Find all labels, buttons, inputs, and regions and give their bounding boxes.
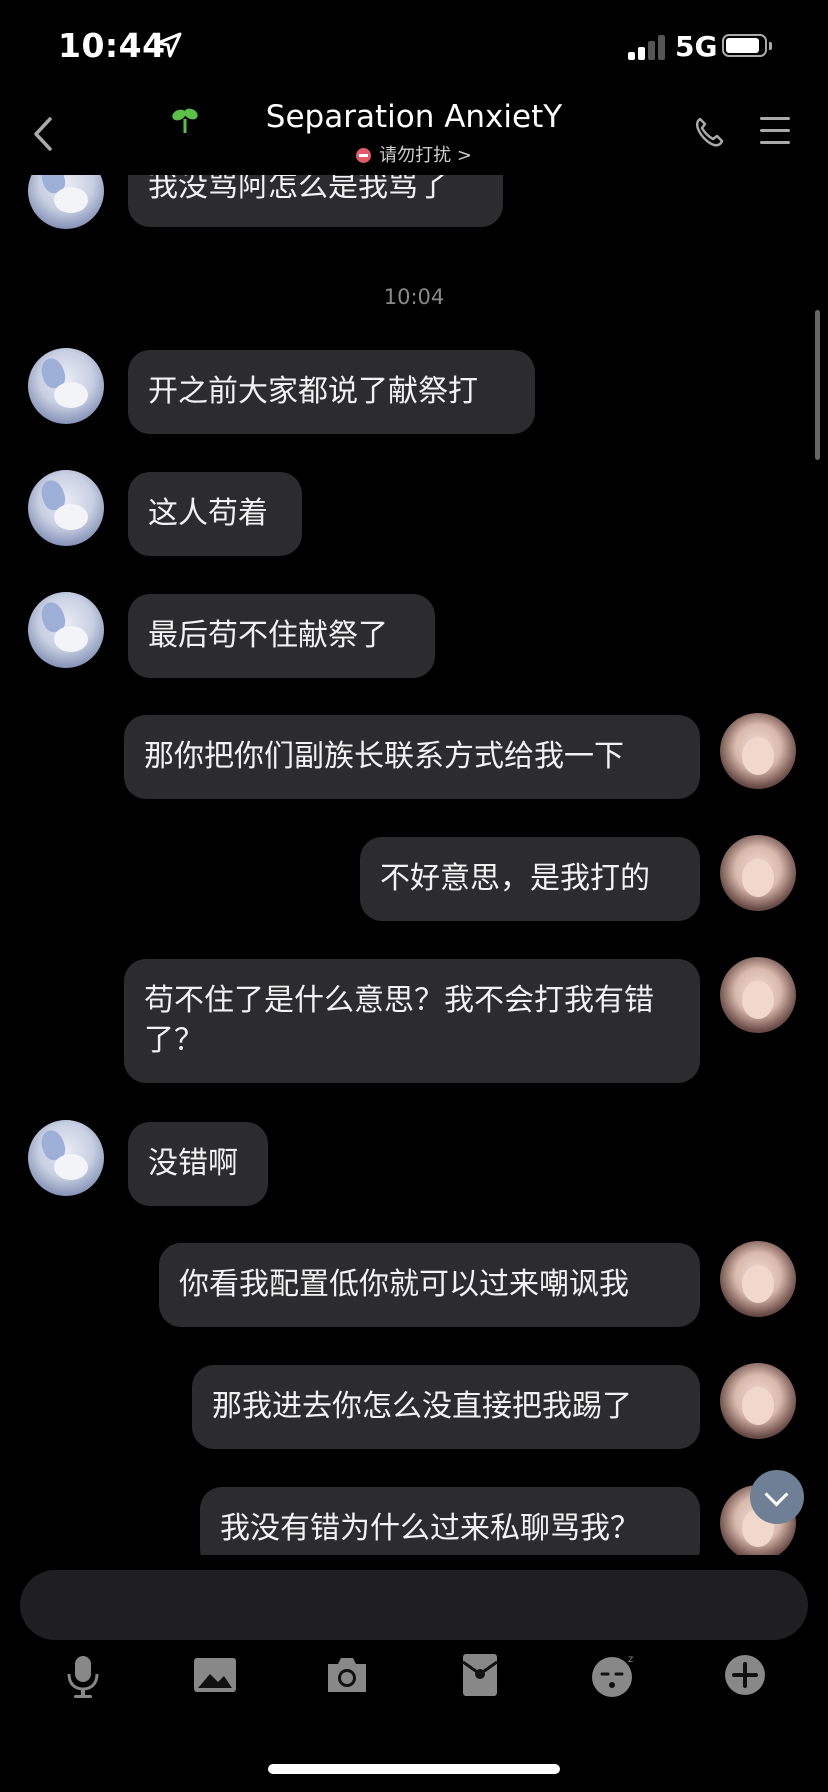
status-time: 10:44 xyxy=(58,26,166,65)
camera-icon[interactable] xyxy=(322,1650,372,1700)
user-avatar[interactable] xyxy=(720,713,796,789)
message-bubble[interactable]: 最后苟不住献祭了 xyxy=(128,594,435,678)
status-bar: 10:44 5G xyxy=(0,0,828,95)
message-timestamp: 10:04 xyxy=(383,285,445,309)
phone-call-button[interactable] xyxy=(692,115,726,149)
user-avatar[interactable] xyxy=(720,835,796,911)
svg-text:z: z xyxy=(628,1654,633,1665)
do-not-disturb-icon xyxy=(356,148,372,163)
menu-button[interactable] xyxy=(760,117,790,147)
message-bubble[interactable]: 这人苟着 xyxy=(128,472,302,556)
user-avatar[interactable] xyxy=(720,957,796,1033)
emoji-icon[interactable]: z xyxy=(588,1650,638,1700)
dnd-label: 请勿打扰 > xyxy=(379,145,472,166)
contact-avatar[interactable] xyxy=(28,470,104,546)
message-input[interactable] xyxy=(20,1570,808,1640)
user-avatar[interactable] xyxy=(720,1241,796,1317)
network-type: 5G xyxy=(675,30,718,63)
cell-signal-icon xyxy=(628,34,666,60)
message-bubble[interactable]: 没错啊 xyxy=(128,1122,268,1206)
red-packet-icon[interactable] xyxy=(455,1650,505,1700)
contact-avatar[interactable] xyxy=(28,1120,104,1196)
location-arrow-icon xyxy=(156,32,182,58)
message-bubble[interactable]: 开之前大家都说了献祭打 xyxy=(128,350,535,434)
battery-icon xyxy=(722,34,772,57)
chat-message-list[interactable]: 我没骂阿怎么是我骂了 10:04 开之前大家都说了献祭打 这人苟着 最后苟不住献… xyxy=(0,175,828,1555)
message-bubble[interactable]: 我没骂阿怎么是我骂了 xyxy=(128,175,503,227)
image-icon[interactable] xyxy=(190,1650,240,1700)
plus-icon[interactable] xyxy=(720,1650,770,1700)
message-bubble[interactable]: 那我进去你怎么没直接把我踢了 xyxy=(192,1365,700,1449)
contact-avatar[interactable] xyxy=(28,175,104,229)
scroll-indicator xyxy=(815,310,820,460)
input-toolbar: z xyxy=(0,1650,828,1710)
home-indicator xyxy=(268,1764,560,1774)
message-bubble[interactable]: 你看我配置低你就可以过来嘲讽我 xyxy=(159,1243,700,1327)
scroll-to-bottom-button[interactable] xyxy=(750,1470,804,1524)
message-bubble[interactable]: 苟不住了是什么意思？我不会打我有错了？ xyxy=(124,959,700,1083)
message-bubble[interactable]: 不好意思，是我打的 xyxy=(360,837,700,921)
microphone-icon[interactable] xyxy=(58,1650,108,1700)
contact-avatar[interactable] xyxy=(28,348,104,424)
chat-header: Separation AnxietY 请勿打扰 > xyxy=(0,95,828,175)
message-bubble[interactable]: 那你把你们副族长联系方式给我一下 xyxy=(124,715,700,799)
contact-avatar[interactable] xyxy=(28,592,104,668)
user-avatar[interactable] xyxy=(720,1363,796,1439)
message-bubble[interactable]: 我没有错为什么过来私聊骂我？ xyxy=(200,1487,700,1555)
